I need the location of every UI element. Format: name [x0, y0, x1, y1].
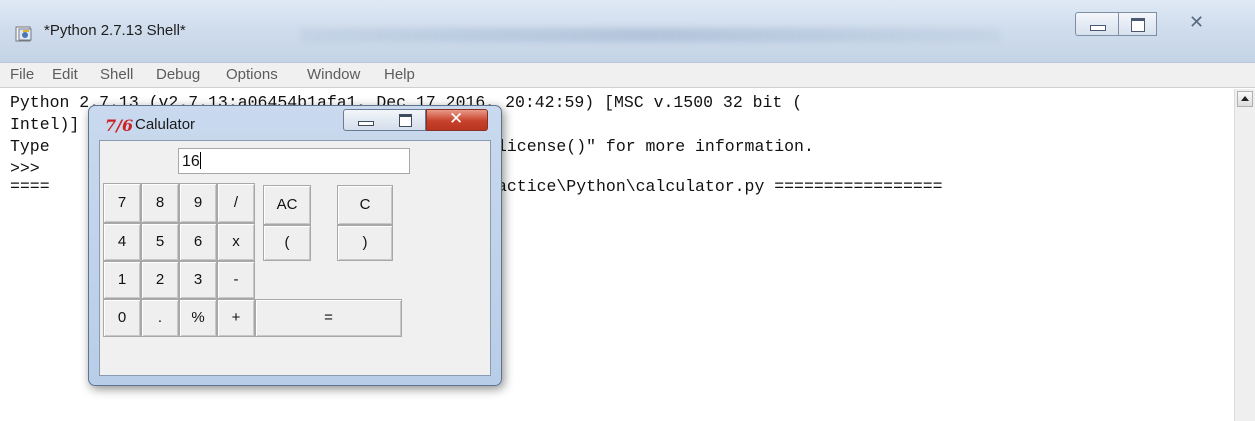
calculator-title: Calulator	[135, 116, 196, 133]
scroll-up-button[interactable]	[1237, 91, 1253, 107]
key-divide[interactable]: /	[217, 183, 255, 223]
shell-line-3: Type	[10, 137, 60, 156]
calculator-minimize-button[interactable]	[343, 109, 387, 131]
display-value: 16	[182, 153, 200, 170]
maximize-icon	[399, 114, 412, 127]
close-icon: ✕	[1189, 12, 1205, 33]
minimize-icon	[1090, 25, 1106, 31]
calculator-display[interactable]: 16	[178, 148, 410, 174]
tk-feather-icon: 7/6	[105, 116, 134, 135]
key-1[interactable]: 1	[103, 261, 141, 299]
shell-line-5: ====	[10, 177, 60, 196]
text-caret	[199, 152, 201, 169]
calculator-close-button[interactable]: ✕	[426, 109, 488, 131]
key-subtract[interactable]: -	[217, 261, 255, 299]
background-blur	[300, 28, 1000, 42]
shell-prompt: >>>	[10, 159, 50, 178]
close-icon: ✕	[449, 109, 464, 129]
menu-file[interactable]: File	[10, 66, 34, 83]
key-decimal[interactable]: .	[141, 299, 179, 337]
menu-edit[interactable]: Edit	[52, 66, 78, 83]
key-3[interactable]: 3	[179, 261, 217, 299]
shell-line-3-tail: license()" for more information.	[497, 137, 814, 156]
menu-debug[interactable]: Debug	[156, 66, 200, 83]
menu-window[interactable]: Window	[307, 66, 360, 83]
minimize-icon	[358, 121, 374, 126]
minimize-button[interactable]	[1075, 12, 1119, 36]
window-title: *Python 2.7.13 Shell*	[44, 22, 186, 39]
key-9[interactable]: 9	[179, 183, 217, 223]
key-multiply[interactable]: x	[217, 223, 255, 261]
calculator-body: 16 7 8 9 / AC C 4 5 6 x ( ) 1 2 3 - 0 . …	[99, 140, 491, 376]
menu-shell[interactable]: Shell	[100, 66, 133, 83]
key-7[interactable]: 7	[103, 183, 141, 223]
shell-titlebar: *Python 2.7.13 Shell* ✕	[0, 0, 1255, 63]
key-0[interactable]: 0	[103, 299, 141, 337]
key-equals[interactable]: =	[255, 299, 402, 337]
vertical-scrollbar[interactable]	[1234, 89, 1255, 421]
menu-bar: File Edit Shell Debug Options Window Hel…	[0, 63, 1255, 88]
key-left-paren[interactable]: (	[263, 225, 311, 261]
maximize-button[interactable]	[1119, 12, 1157, 36]
key-all-clear[interactable]: AC	[263, 185, 311, 225]
key-5[interactable]: 5	[141, 223, 179, 261]
key-add[interactable]: +	[217, 299, 255, 337]
shell-line-5-tail: actice\Python\calculator.py ============…	[497, 177, 943, 196]
maximize-icon	[1131, 18, 1145, 32]
close-button[interactable]: ✕	[1157, 12, 1227, 36]
key-4[interactable]: 4	[103, 223, 141, 261]
python-idle-icon	[15, 26, 32, 42]
menu-options[interactable]: Options	[226, 66, 278, 83]
calculator-maximize-button[interactable]	[386, 109, 426, 131]
key-modulo[interactable]: %	[179, 299, 217, 337]
key-6[interactable]: 6	[179, 223, 217, 261]
key-2[interactable]: 2	[141, 261, 179, 299]
key-clear[interactable]: C	[337, 185, 393, 225]
key-right-paren[interactable]: )	[337, 225, 393, 261]
up-arrow-icon	[1241, 96, 1249, 101]
key-8[interactable]: 8	[141, 183, 179, 223]
calculator-window: 7/6 Calulator ✕ 16 7 8 9 / AC C 4 5 6 x …	[88, 105, 502, 386]
menu-help[interactable]: Help	[384, 66, 415, 83]
